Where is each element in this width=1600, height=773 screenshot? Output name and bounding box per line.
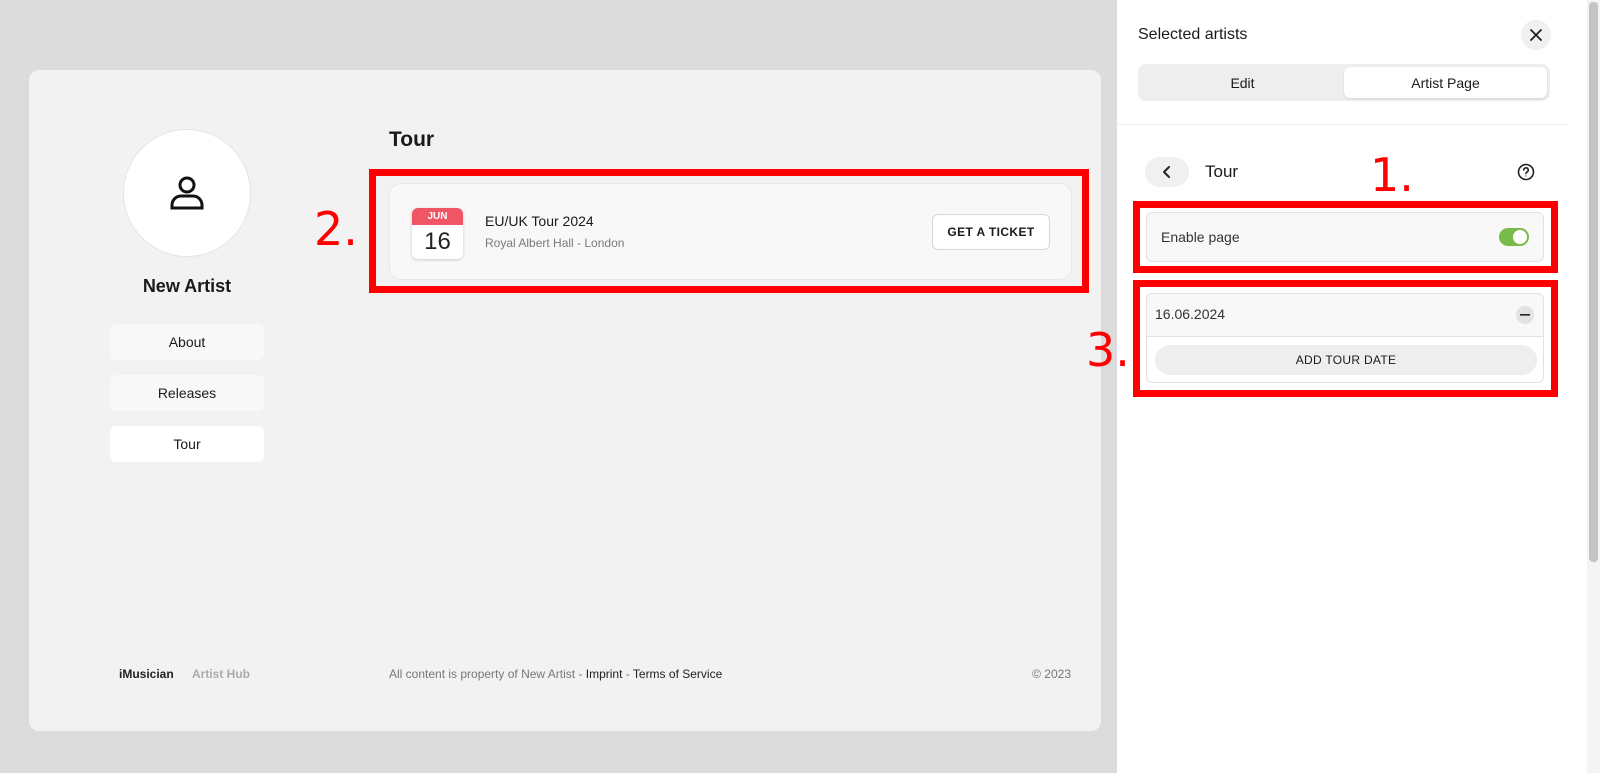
help-icon[interactable]	[1517, 163, 1535, 181]
close-button[interactable]	[1521, 20, 1551, 50]
footer-legal-prefix: All content is property of New Artist -	[389, 667, 586, 681]
annotation-2: 2.	[314, 202, 358, 256]
nav-about-button[interactable]: About	[110, 324, 264, 360]
panel-divider	[1117, 124, 1569, 125]
subpage-title: Tour	[1205, 162, 1239, 181]
annotation-3: 3.	[1086, 323, 1130, 377]
scrollbar-thumb[interactable]	[1589, 2, 1598, 562]
footer-sep: -	[622, 667, 633, 681]
imprint-link[interactable]: Imprint	[586, 667, 623, 681]
annotation-1: 1.	[1370, 148, 1414, 202]
section-title: Tour	[389, 128, 435, 151]
chevron-left-icon	[1163, 166, 1170, 178]
artist-avatar	[123, 129, 251, 257]
highlight-box-1	[1133, 201, 1558, 273]
footer-brand[interactable]: iMusician	[119, 667, 174, 681]
footer-legal: All content is property of New Artist - …	[389, 667, 722, 681]
footer-brand-sub: Artist Hub	[192, 667, 250, 681]
panel-tabs: Edit Artist Page	[1138, 64, 1550, 101]
footer-copyright: © 2023	[1032, 667, 1071, 681]
person-icon	[170, 176, 204, 210]
artist-name: New Artist	[142, 276, 232, 296]
nav-tour-button[interactable]: Tour	[110, 426, 264, 462]
terms-link[interactable]: Terms of Service	[633, 667, 722, 681]
tab-edit[interactable]: Edit	[1141, 67, 1344, 98]
close-icon	[1530, 29, 1542, 41]
nav-releases-button[interactable]: Releases	[110, 375, 264, 411]
highlight-box-2	[369, 169, 1089, 293]
highlight-box-3	[1133, 280, 1558, 397]
back-button[interactable]	[1145, 157, 1189, 187]
panel-title: Selected artists	[1138, 26, 1248, 43]
tab-artist-page[interactable]: Artist Page	[1344, 67, 1547, 98]
scrollbar[interactable]	[1587, 0, 1600, 773]
